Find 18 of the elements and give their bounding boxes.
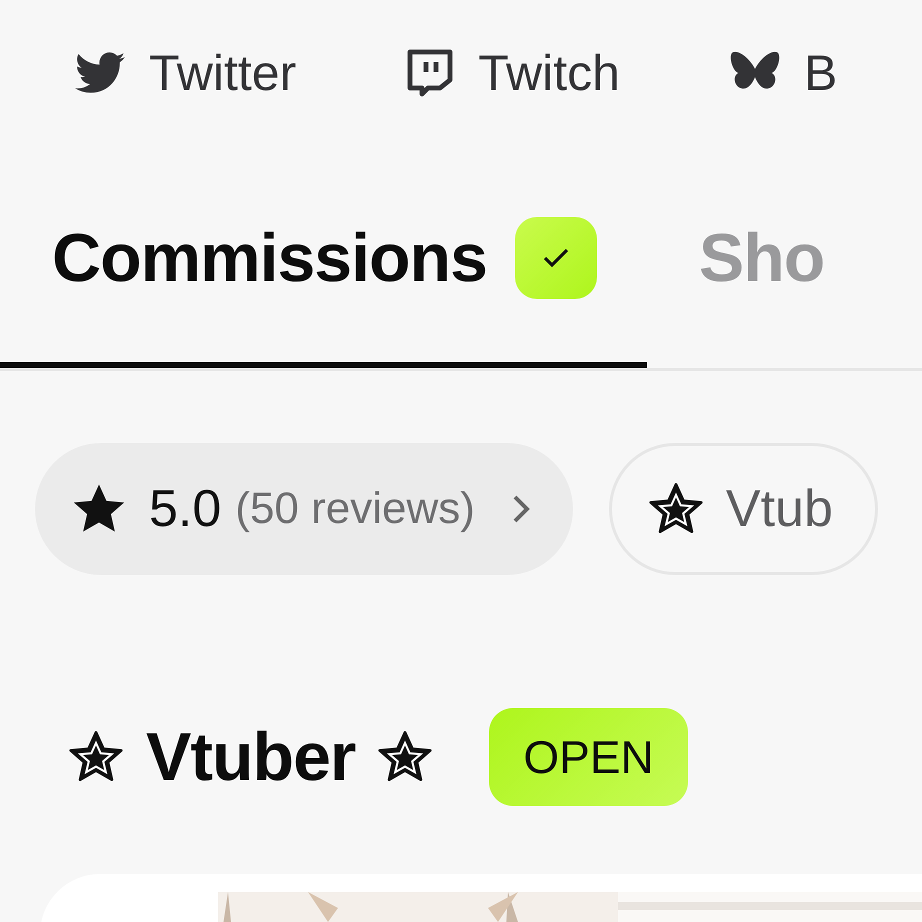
status-badge: OPEN xyxy=(489,708,688,806)
checkmark-icon xyxy=(542,248,569,268)
review-count: (50 reviews) xyxy=(235,484,475,534)
star-icon xyxy=(68,730,124,784)
social-link[interactable]: Twitter xyxy=(75,44,296,102)
bird-icon xyxy=(75,52,125,94)
chevron-icon xyxy=(510,493,531,525)
chip-label: Vtub xyxy=(726,479,833,539)
chat-bubble-icon xyxy=(406,48,454,98)
star-icon xyxy=(648,482,704,536)
tab[interactable]: Commissions xyxy=(0,146,647,368)
social-link[interactable]: B xyxy=(730,44,838,102)
rating-value: 5.0 xyxy=(149,479,222,539)
section-title: Vtuber xyxy=(146,718,356,796)
social-link[interactable]: Twitch xyxy=(406,44,620,102)
rating-chip[interactable]: 5.0 (50 reviews) xyxy=(35,443,573,575)
category-chip[interactable]: Vtub xyxy=(608,443,878,575)
star-icon xyxy=(377,730,434,784)
